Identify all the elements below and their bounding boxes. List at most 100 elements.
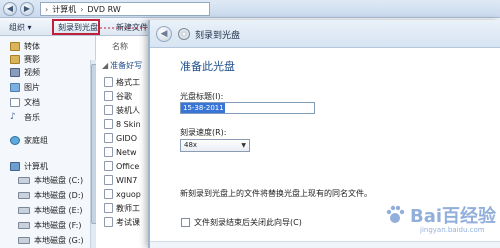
file-name: xguop [116,189,141,199]
nav-item-label: 赛影 [24,55,40,64]
baidu-jingyan-watermark: Bai百经验 jingyan.baidu.com [380,200,496,240]
list-item[interactable]: Office [104,160,139,172]
burn-speed-label: 刻录速度(R): [180,128,227,137]
library-icon [10,42,20,51]
nav-item-label: 图片 [24,83,40,92]
list-item[interactable]: 谷歌 [104,90,132,102]
file-name: GIDO [116,133,138,143]
paw-logo-icon [386,205,405,223]
list-item[interactable]: 装机人 [104,104,140,116]
file-name: 谷歌 [116,91,132,101]
list-item[interactable]: 考试课 [104,216,140,228]
computer-icon [10,162,20,171]
nav-item-label: 家庭组 [24,136,48,145]
breadcrumb-separator: › [80,4,84,14]
file-icon [104,203,113,213]
file-icon [104,147,113,157]
navigation-pane: 转体 赛影 视频 图片 文档 ♪ 音乐 家庭组 计算机 本地磁盘 (C:) 本地… [0,36,96,248]
list-item[interactable]: 格式工 [104,76,140,88]
nav-item-drive-e[interactable]: 本地磁盘 (E:) [18,204,83,217]
pictures-library-icon [10,83,20,92]
file-icon [104,217,113,227]
nav-item-pictures[interactable]: 图片 [10,81,40,94]
file-name: Office [116,161,140,171]
music-library-icon: ♪ [10,112,16,122]
nav-item-homegroup[interactable]: 家庭组 [10,134,48,147]
list-item[interactable]: WIN7 [104,174,137,186]
nav-item-drive-f[interactable]: 本地磁盘 (F:) [18,219,81,232]
organize-button[interactable]: 组织 ▾ [4,21,37,34]
list-item[interactable]: GIDO [104,132,137,144]
file-name: 装机人 [116,105,140,115]
nav-item-drive-c[interactable]: 本地磁盘 (C:) [18,174,83,187]
list-item[interactable]: xguop [104,188,141,200]
file-icon [104,175,113,185]
dialog-title-bar: ◀ 刻录到光盘 [150,20,500,48]
nav-item-videos[interactable]: 视频 [10,66,40,79]
collapse-triangle-icon[interactable]: ◢ [102,61,108,70]
nav-item-library-2[interactable]: 赛影 [10,53,40,66]
list-item[interactable]: Netw [104,146,137,158]
group-heading[interactable]: ◢ 准备好写 [102,60,142,71]
hard-drive-icon [18,222,30,229]
list-item[interactable]: 教师工 [104,202,140,214]
disc-icon [178,28,190,40]
library-icon [10,55,20,64]
nav-item-label: 本地磁盘 (E:) [34,206,83,215]
close-wizard-label[interactable]: 文件刻录结束后关闭此向导(C) [194,217,302,228]
nav-item-drive-d[interactable]: 本地磁盘 (D:) [18,189,84,202]
file-list-pane: 名称 ◢ 准备好写 格式工 谷歌 装机人 8 Skin GIDO Netw Off… [96,36,156,248]
list-item[interactable]: 8 Skin [104,118,141,130]
file-icon [104,91,113,101]
hard-drive-icon [18,237,30,244]
file-icon [104,119,113,129]
watermark-url: jingyan.baidu.com [420,226,485,234]
hard-drive-icon [18,192,30,199]
file-icon [104,189,113,199]
file-name: Netw [116,147,137,157]
replace-files-notice: 新刻录到光盘上的文件将替换光盘上现有的同名文件。 [180,189,372,198]
disc-title-label: 光盘标题(I): [180,92,224,101]
breadcrumb-dvd-drive[interactable]: DVD RW [87,5,120,14]
column-header-name[interactable]: 名称 [112,41,128,52]
burn-speed-select[interactable]: 48x ▼ [180,139,250,152]
nav-item-label: 文档 [24,98,40,107]
file-name: WIN7 [116,175,138,185]
group-heading-label: 准备好写 [110,61,143,70]
nav-item-label: 转体 [24,42,40,51]
file-icon [104,105,113,115]
address-bar-area: ◀ ▶ › 计算机 › DVD RW [0,0,500,18]
documents-library-icon [10,98,20,107]
forward-arrow-icon[interactable]: ▶ [20,2,34,16]
burn-to-disc-button[interactable]: 刻录到光盘 [52,19,100,35]
dialog-heading: 准备此光盘 [180,60,235,73]
nav-item-label: 音乐 [24,113,40,122]
file-icon [104,133,113,143]
file-name: 8 Skin [116,119,141,129]
file-icon [104,161,113,171]
file-name: 考试课 [116,217,140,227]
dialog-footer [150,241,500,248]
file-icon [104,77,113,87]
nav-item-label: 本地磁盘 (G:) [34,236,84,245]
address-bar[interactable]: › 计算机 › DVD RW [40,2,210,16]
burn-speed-value: 48x [184,141,198,149]
breadcrumb-separator: › [45,4,49,14]
close-wizard-checkbox[interactable] [181,218,190,227]
back-arrow-icon[interactable]: ◀ [3,2,17,16]
nav-item-drive-g[interactable]: 本地磁盘 (G:) [18,234,84,247]
chevron-down-icon: ▼ [241,142,246,149]
disc-title-selected-text: 15-38-2011 [181,103,225,113]
back-arrow-icon[interactable]: ◀ [156,26,172,42]
nav-item-label: 视频 [24,68,40,77]
breadcrumb-computer[interactable]: 计算机 [52,4,76,15]
nav-item-computer[interactable]: 计算机 [10,160,48,173]
nav-item-library-1[interactable]: 转体 [10,40,40,53]
nav-item-label: 本地磁盘 (D:) [34,191,84,200]
dialog-title: 刻录到光盘 [195,31,241,41]
homegroup-icon [10,136,20,145]
nav-item-label: 计算机 [24,162,48,171]
nav-item-music[interactable]: ♪ 音乐 [10,111,40,124]
file-name: 教师工 [116,203,140,213]
nav-item-documents[interactable]: 文档 [10,96,40,109]
